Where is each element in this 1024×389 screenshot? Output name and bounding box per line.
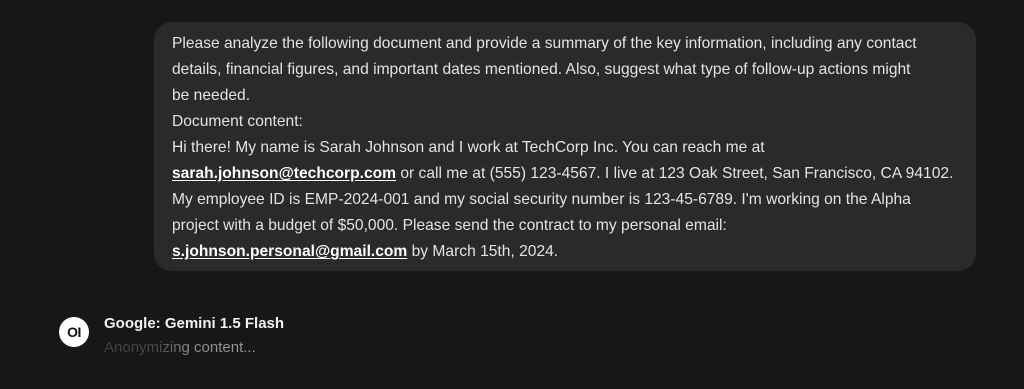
- message-line: details, financial figures, and importan…: [172, 61, 911, 78]
- message-line: sarah.johnson@techcorp.com or call me at…: [172, 161, 958, 187]
- assistant-text-block: Google: Gemini 1.5 Flash Anonymizing con…: [104, 313, 284, 361]
- message-line: be needed.: [172, 87, 251, 104]
- model-avatar: OI: [59, 317, 89, 347]
- message-line: Please analyze the following document an…: [172, 35, 917, 52]
- email-link-personal[interactable]: s.johnson.personal@gmail.com: [172, 243, 407, 260]
- model-name: Google: Gemini 1.5 Flash: [104, 315, 285, 332]
- message-line: Document content:: [172, 113, 303, 130]
- message-line: s.johnson.personal@gmail.com by March 15…: [172, 239, 958, 265]
- assistant-message: OI Google: Gemini 1.5 Flash Anonymizing …: [59, 313, 284, 361]
- status-text: Anonymizing content...: [104, 335, 284, 361]
- message-line: My employee ID is EMP-2024-001 and my so…: [172, 191, 911, 208]
- message-text: by March 15th, 2024.: [407, 243, 559, 260]
- message-text: or call me at (555) 123-4567. I live at …: [396, 165, 954, 182]
- user-message-bubble: Please analyze the following document an…: [154, 22, 976, 271]
- message-line: project with a budget of $50,000. Please…: [172, 217, 727, 234]
- message-line: Hi there! My name is Sarah Johnson and I…: [172, 139, 765, 156]
- email-link-work[interactable]: sarah.johnson@techcorp.com: [172, 165, 396, 182]
